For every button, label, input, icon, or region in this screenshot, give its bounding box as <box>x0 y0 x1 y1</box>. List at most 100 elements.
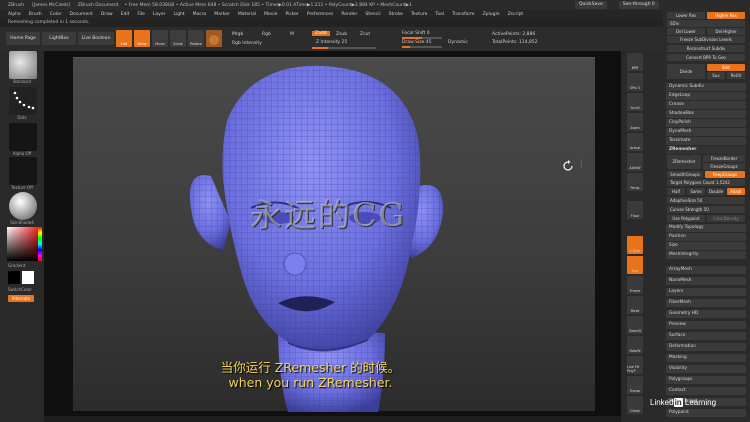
menu-item-layer[interactable]: Layer <box>153 12 166 17</box>
draw-mode-button[interactable]: Draw <box>134 30 150 47</box>
panel-item-arraymesh[interactable]: ArrayMesh <box>666 266 746 274</box>
shelf-button-line-fill-polyf[interactable]: Line Fill PolyF <box>627 356 643 374</box>
z-intensity-slider[interactable]: Z Intensity 25 <box>316 40 347 45</box>
menu-item-draw[interactable]: Draw <box>101 12 113 17</box>
menu-item-zplugin[interactable]: Zplugin <box>483 12 500 17</box>
zcut-toggle[interactable]: Zcut <box>360 32 370 37</box>
shelf-button-spix-3[interactable]: SPix 3 <box>627 73 643 91</box>
texture-slot[interactable] <box>9 157 37 185</box>
zadd-toggle[interactable]: Zadd <box>312 31 330 36</box>
standard-brush-icon[interactable] <box>9 51 37 79</box>
panel-item-modify-topology[interactable]: Modify Topology <box>666 224 746 232</box>
alternate-button[interactable]: Alternate <box>8 295 34 302</box>
panel-item-position[interactable]: Position <box>666 233 746 241</box>
menu-item-document[interactable]: Document <box>70 12 93 17</box>
secondary-color-swatch[interactable] <box>22 271 34 284</box>
lower-res-button[interactable]: Lower Res <box>667 12 705 19</box>
focal-shift-slider[interactable]: Focal Shift 0 <box>402 31 430 36</box>
reuv-toggle[interactable]: ReUV <box>727 72 745 79</box>
primary-color-swatch[interactable] <box>8 271 20 284</box>
menu-item-preferences[interactable]: Preferences <box>307 12 333 17</box>
smooth-groups-slider[interactable]: SmoothGroups <box>667 171 703 178</box>
shelf-button-ghost[interactable]: Ghost <box>627 396 643 414</box>
rgb-toggle[interactable]: Rgb <box>262 32 271 37</box>
zremesher-section-header[interactable]: ZRemesher <box>666 146 746 154</box>
adaptive-size-slider[interactable]: AdaptiveSize 50 <box>667 197 745 204</box>
panel-item-polypaint[interactable]: Polypaint <box>666 409 746 417</box>
menu-item-macro[interactable]: Macro <box>193 12 207 17</box>
curves-strength-slider[interactable]: Curves Strength 50 <box>667 206 745 213</box>
target-polygons-slider[interactable]: Target Polygons Count 1.5242 <box>667 179 745 186</box>
menu-item-picker[interactable]: Picker <box>285 12 298 17</box>
material-swatch-button[interactable] <box>206 30 222 47</box>
rotate-view-icon[interactable] <box>561 159 575 173</box>
focal-shift-track[interactable] <box>402 37 442 39</box>
panel-item-crease[interactable]: Crease <box>666 101 746 109</box>
higher-res-button[interactable]: Higher Res <box>707 12 745 19</box>
menu-item-render[interactable]: Render <box>341 12 357 17</box>
menu-item-tool[interactable]: Tool <box>435 12 444 17</box>
menu-item-light[interactable]: Light <box>173 12 184 17</box>
move-mode-button[interactable]: Move <box>152 30 168 47</box>
rotate-mode-button[interactable]: Rotate <box>188 30 204 47</box>
switch-color-button[interactable]: SwitchColor <box>0 287 44 292</box>
keep-groups-toggle[interactable]: KeepGroups <box>705 171 745 178</box>
shelf-button-actual[interactable]: Actual <box>627 133 643 151</box>
shelf-button-floor[interactable]: Floor <box>627 201 643 219</box>
panel-item-shadowbox[interactable]: ShadowBox <box>666 110 746 118</box>
freeze-border-toggle[interactable]: FreezeBorder <box>703 155 745 162</box>
panel-item-meshintegrity[interactable]: MeshIntegrity <box>666 251 746 259</box>
panel-item-visibility[interactable]: Visibility <box>666 365 746 373</box>
shelf-button-persp[interactable]: Persp <box>627 173 643 191</box>
lightbox-button[interactable]: LightBox <box>42 32 76 45</box>
menu-item-stencil[interactable]: Stencil <box>365 12 380 17</box>
freeze-subdivision-button[interactable]: Freeze SubDivision Levels <box>667 36 745 43</box>
panel-item-preview[interactable]: Preview <box>666 321 746 329</box>
del-lower-button[interactable]: Del Lower <box>667 28 705 35</box>
panel-item-edgeloop[interactable]: EdgeLoop <box>666 92 746 100</box>
double-button[interactable]: Double <box>707 188 725 195</box>
panel-item-claypolish[interactable]: ClayPolish <box>666 119 746 127</box>
draw-size-track[interactable] <box>402 46 442 48</box>
color-picker[interactable] <box>7 227 39 261</box>
dots-stroke-icon[interactable] <box>9 87 37 115</box>
shelf-button-transp[interactable]: Transp <box>627 376 643 394</box>
menu-item-alpha[interactable]: Alpha <box>8 12 21 17</box>
z-intensity-track[interactable] <box>312 47 376 49</box>
shelf-button-xyz[interactable]: Xyz <box>627 256 643 274</box>
panel-item-masking[interactable]: Masking <box>666 354 746 362</box>
panel-item-deformation[interactable]: Deformation <box>666 343 746 351</box>
adapt-toggle[interactable]: Adapt <box>727 188 745 195</box>
hue-strip[interactable] <box>38 227 42 261</box>
draw-size-slider[interactable]: Draw Size 45 <box>402 40 432 45</box>
see-through-slider[interactable]: See-through 0 <box>618 1 659 9</box>
convert-bpr-button[interactable]: Convert BPR To Geo <box>667 54 745 61</box>
same-button[interactable]: Same <box>687 188 705 195</box>
freeze-groups-toggle[interactable]: FreezeGroups <box>703 163 745 170</box>
panel-item-layers[interactable]: Layers <box>666 288 746 296</box>
shelf-button-rotate[interactable]: RotaTe <box>627 336 643 354</box>
panel-item-polygroups[interactable]: Polygroups <box>666 376 746 384</box>
menu-item-marker[interactable]: Marker <box>214 12 230 17</box>
menu-item-stroke[interactable]: Stroke <box>389 12 403 17</box>
dynamic-toggle[interactable]: Dynamic <box>448 40 468 45</box>
shelf-button-bpr[interactable]: BPR <box>627 53 643 71</box>
shelf-button-zoomd[interactable]: ZoomD <box>627 316 643 334</box>
sdiv-slider[interactable]: SDiv <box>667 20 745 27</box>
use-polypaint-toggle[interactable]: Use Polypaint <box>667 215 705 222</box>
home-page-button[interactable]: Home Page <box>6 32 40 45</box>
panel-item-geometry-hd[interactable]: Geometry HD <box>666 310 746 318</box>
menu-item-zscript[interactable]: Zscript <box>508 12 524 17</box>
zsub-toggle[interactable]: Zsub <box>336 32 347 37</box>
shelf-button-move[interactable]: Move <box>627 296 643 314</box>
menu-item-color[interactable]: Color <box>50 12 62 17</box>
mrgb-toggle[interactable]: Mrgb <box>232 32 243 37</box>
del-higher-button[interactable]: Del Higher <box>707 28 745 35</box>
panel-item-nanomesh[interactable]: NanoMesh <box>666 277 746 285</box>
menu-item-brush[interactable]: Brush <box>29 12 42 17</box>
menu-item-movie[interactable]: Movie <box>264 12 277 17</box>
menu-item-material[interactable]: Material <box>238 12 256 17</box>
quicksave-button[interactable]: QuickSave <box>574 1 607 9</box>
alpha-slot[interactable] <box>9 123 37 151</box>
color-density-slider[interactable]: ColorDensity <box>707 215 745 222</box>
